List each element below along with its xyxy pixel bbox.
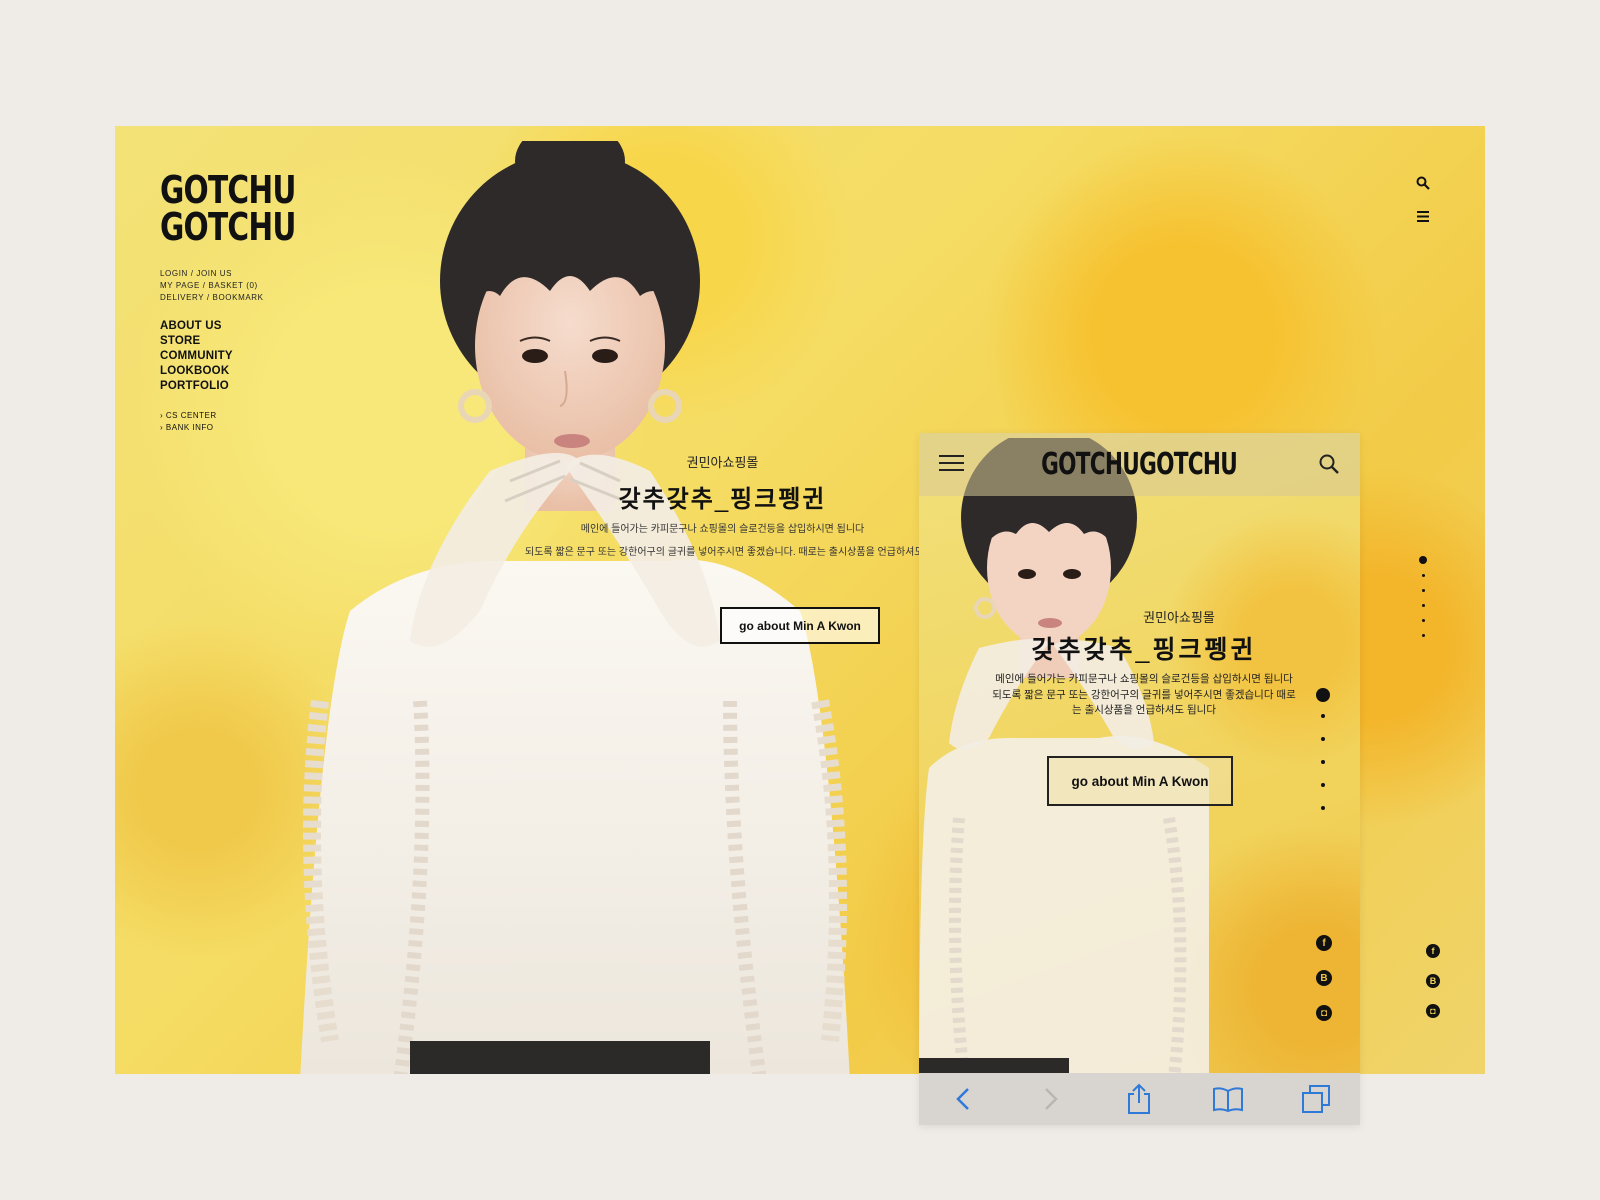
cs-center-link[interactable]: › CS CENTER xyxy=(160,410,217,422)
delivery-bookmark-link[interactable]: DELIVERY / BOOKMARK xyxy=(160,292,264,304)
mobile-go-about-button[interactable]: go about Min A Kwon xyxy=(1047,756,1233,806)
slide-dot-5[interactable] xyxy=(1421,619,1425,622)
facebook-icon[interactable]: f xyxy=(1426,944,1440,958)
menu-icon[interactable] xyxy=(1413,209,1433,227)
go-about-button[interactable]: go about Min A Kwon xyxy=(720,607,880,644)
mobile-desc-line-2: 되도록 짧은 문구 또는 강한어구의 글귀를 넣어주시면 좋겠습니다 때로 xyxy=(992,688,1296,701)
hero-desc-line-1: 메인에 들어가는 카피문구나 쇼핑몰의 슬로건등을 삽입하시면 됩니다 xyxy=(580,524,865,535)
forward-icon[interactable] xyxy=(1033,1081,1069,1117)
chevron-right-icon: › xyxy=(160,411,164,420)
account-links: LOGIN / JOIN US MY PAGE / BASKET (0) DEL… xyxy=(160,268,264,304)
mobile-title-sep: _ xyxy=(1135,636,1153,664)
bookmarks-icon[interactable] xyxy=(1210,1081,1246,1117)
mobile-title-left: 갖추갖추 xyxy=(1031,636,1136,664)
chevron-right-icon: › xyxy=(160,423,164,432)
share-icon[interactable] xyxy=(1121,1081,1157,1117)
social-links: f B ◘ xyxy=(1426,944,1442,1034)
mypage-basket-link[interactable]: MY PAGE / BASKET (0) xyxy=(160,280,264,292)
slide-dot-4[interactable] xyxy=(1421,604,1425,607)
sub-nav: › CS CENTER › BANK INFO xyxy=(160,410,217,434)
hero-title-sep: _ xyxy=(714,486,731,513)
mobile-brand-logo[interactable]: GOTCHUGOTCHU xyxy=(919,447,1360,482)
instagram-icon[interactable]: ◘ xyxy=(1426,1004,1440,1018)
facebook-icon[interactable]: f xyxy=(1316,935,1332,951)
mobile-hero-copy: 권민아쇼핑몰 갖추갖추_핑크펭귄 메인에 들어가는 카피문구나 쇼핑몰의 슬로건… xyxy=(959,607,1329,719)
blogger-icon[interactable]: B xyxy=(1426,974,1440,988)
mobile-social-links: f B ◘ xyxy=(1316,935,1334,1040)
hero-title-left: 갖추갖추 xyxy=(618,486,715,513)
mobile-hero-desc: 메인에 들어가는 카피문구나 쇼핑몰의 슬로건등을 삽입하시면 됩니다 되도록 … xyxy=(959,672,1329,719)
slide-dot-2[interactable] xyxy=(1421,574,1425,577)
mobile-desc-line-3: 는 출시상품을 언급하셔도 됩니다 xyxy=(1072,704,1216,716)
mobile-slide-dot-1[interactable] xyxy=(1316,688,1330,702)
login-join-link[interactable]: LOGIN / JOIN US xyxy=(160,268,264,280)
top-right-icons xyxy=(1413,176,1433,241)
logo-line-2: GOTCHU xyxy=(160,205,296,249)
mobile-mockup: GOTCHUGOTCHU 권민아쇼핑몰 갖추갖추_핑크펭귄 메인에 들어가는 카… xyxy=(919,433,1360,1125)
mobile-logo-text: GOTCHUGOTCHU xyxy=(1041,447,1239,482)
mobile-hero-subtitle: 권민아쇼핑몰 xyxy=(1143,610,1215,625)
mobile-slide-dot-5[interactable] xyxy=(1321,783,1325,787)
nav-portfolio[interactable]: PORTFOLIO xyxy=(160,379,233,394)
brand-logo[interactable]: GOTCHU GOTCHU xyxy=(160,168,296,249)
bank-info-label: BANK INFO xyxy=(165,423,214,432)
hero-subtitle: 권민아쇼핑몰 xyxy=(686,455,759,470)
slide-dot-3[interactable] xyxy=(1421,589,1425,592)
back-icon[interactable] xyxy=(945,1081,981,1117)
mobile-header: GOTCHUGOTCHU xyxy=(919,433,1360,496)
slide-dot-6[interactable] xyxy=(1421,634,1425,637)
mobile-slide-dot-4[interactable] xyxy=(1321,760,1325,764)
mobile-slide-pagination xyxy=(1316,688,1330,829)
logo-line-1: GOTCHU xyxy=(160,168,296,212)
mobile-desc-line-1: 메인에 들어가는 카피문구나 쇼핑몰의 슬로건등을 삽입하시면 됩니다 xyxy=(995,673,1293,685)
nav-lookbook[interactable]: LOOKBOOK xyxy=(160,364,233,379)
nav-community[interactable]: COMMUNITY xyxy=(160,349,233,364)
mobile-slide-dot-3[interactable] xyxy=(1321,737,1325,741)
blogger-icon[interactable]: B xyxy=(1316,970,1332,986)
nav-about-us[interactable]: ABOUT US xyxy=(160,319,233,334)
slide-dot-1[interactable] xyxy=(1419,556,1427,564)
hero-title-right: 핑크펭귄 xyxy=(730,486,827,513)
safari-toolbar xyxy=(919,1073,1360,1125)
hero-copy: 권민아쇼핑몰 갖추갖추_핑크펭귄 메인에 들어가는 카피문구나 쇼핑몰의 슬로건… xyxy=(525,452,920,560)
main-nav: ABOUT US STORE COMMUNITY LOOKBOOK PORTFO… xyxy=(160,319,233,394)
hero-desc-line-2: 되도록 짧은 문구 또는 강한어구의 글귀를 넣어주시면 좋겠습니다. 때로는 … xyxy=(525,547,920,558)
mobile-hero-title: 갖추갖추_핑크펭귄 xyxy=(959,630,1329,666)
bank-info-link[interactable]: › BANK INFO xyxy=(160,422,217,434)
instagram-icon[interactable]: ◘ xyxy=(1316,1005,1332,1021)
search-icon[interactable] xyxy=(1413,176,1433,195)
tabs-icon[interactable] xyxy=(1298,1081,1334,1117)
slide-pagination xyxy=(1418,556,1428,649)
mobile-title-right: 핑크펭귄 xyxy=(1152,636,1257,664)
mobile-slide-dot-2[interactable] xyxy=(1321,714,1325,718)
search-icon[interactable] xyxy=(1318,453,1340,480)
nav-store[interactable]: STORE xyxy=(160,334,233,349)
hero-title: 갖추갖추_핑크펭귄 xyxy=(525,479,920,514)
mobile-slide-dot-6[interactable] xyxy=(1321,806,1325,810)
cs-center-label: CS CENTER xyxy=(165,411,217,420)
